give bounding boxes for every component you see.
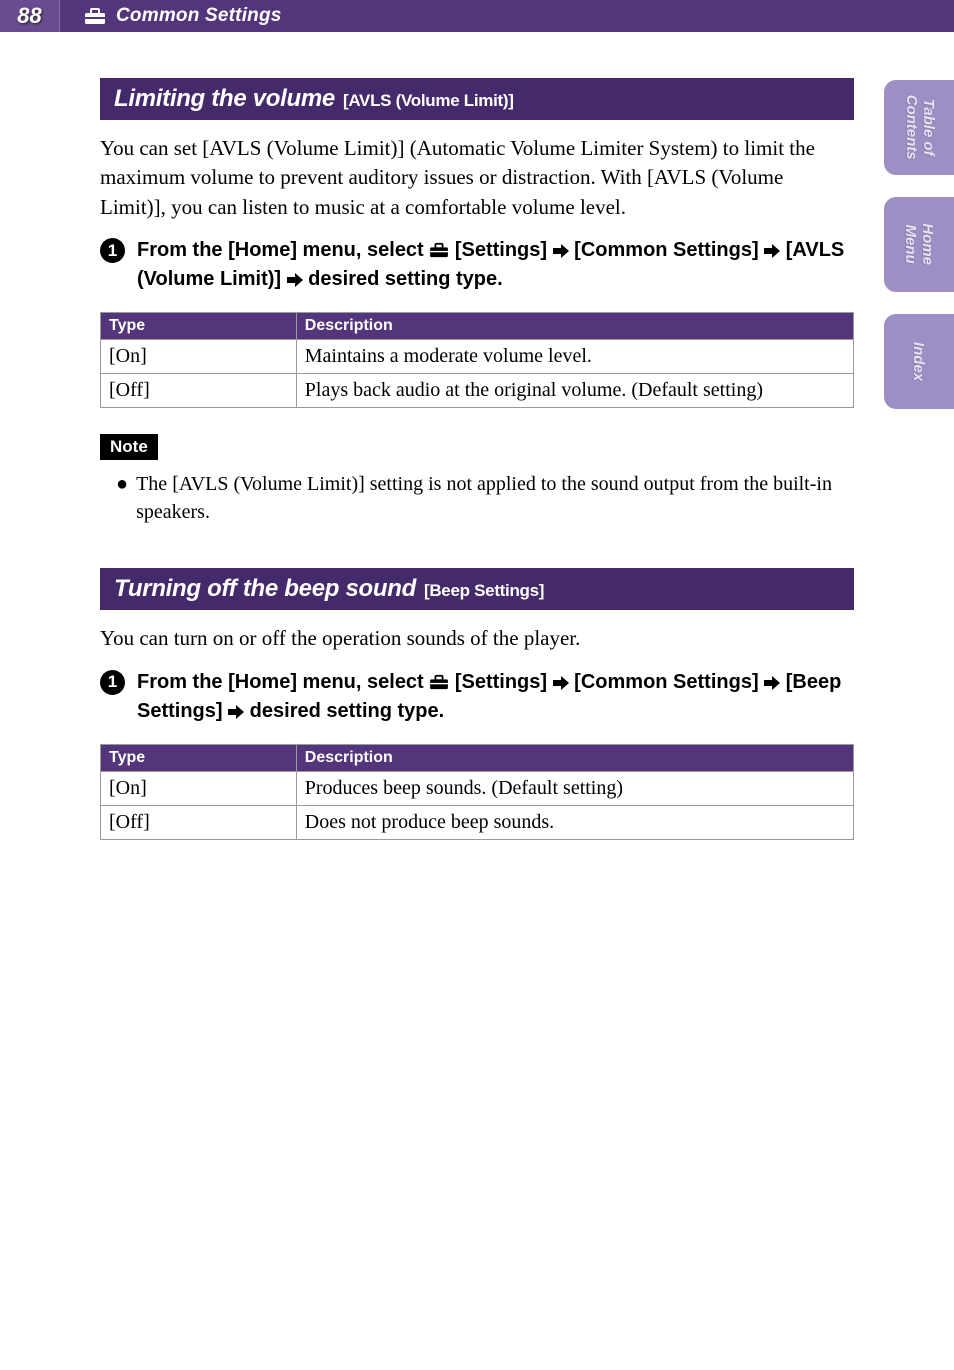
step-text: [Settings] xyxy=(449,239,552,261)
note-list: ● The [AVLS (Volume Limit)] setting is n… xyxy=(100,470,854,526)
options-table-beep: Type Description [On] Produces beep soun… xyxy=(100,744,854,840)
step-text: [Settings] xyxy=(449,671,552,693)
step-instruction: From the [Home] menu, select [Settings] … xyxy=(137,668,854,726)
page-number: 88 xyxy=(0,0,60,32)
step-text: desired setting type. xyxy=(303,268,503,290)
table-cell: Maintains a moderate volume level. xyxy=(296,340,853,374)
tab-table-of-contents[interactable]: Table ofContents xyxy=(884,80,954,175)
table-row: [On] Maintains a moderate volume level. xyxy=(101,340,854,374)
bullet-icon: ● xyxy=(116,470,128,526)
breadcrumb: Common Settings xyxy=(116,5,282,27)
section-subtitle: [Beep Settings] xyxy=(424,581,544,601)
step-text: From the [Home] menu, select xyxy=(137,671,429,693)
section-subtitle: [AVLS (Volume Limit)] xyxy=(343,91,514,111)
tab-index[interactable]: Index xyxy=(884,314,954,409)
step-text: desired setting type. xyxy=(244,700,444,722)
arrow-right-icon xyxy=(287,273,303,287)
toolbox-icon xyxy=(84,7,106,25)
table-cell: [On] xyxy=(101,771,297,805)
arrow-right-icon xyxy=(764,676,780,690)
table-row: [Off] Plays back audio at the original v… xyxy=(101,374,854,408)
table-header: Description xyxy=(296,744,853,771)
arrow-right-icon xyxy=(553,244,569,258)
step-row: 1 From the [Home] menu, select [Settings… xyxy=(100,236,854,294)
step-text: [Common Settings] xyxy=(569,671,765,693)
options-table-avls: Type Description [On] Maintains a modera… xyxy=(100,312,854,408)
table-cell: Plays back audio at the original volume.… xyxy=(296,374,853,408)
tab-label: Index xyxy=(910,342,927,381)
table-header: Type xyxy=(101,313,297,340)
arrow-right-icon xyxy=(228,705,244,719)
section-intro: You can turn on or off the operation sou… xyxy=(100,624,854,653)
table-cell: [On] xyxy=(101,340,297,374)
tab-home-menu[interactable]: HomeMenu xyxy=(884,197,954,292)
section-title: Turning off the beep sound xyxy=(114,575,416,603)
toolbox-icon xyxy=(429,242,449,258)
note-label: Note xyxy=(100,434,158,460)
step-text: [Common Settings] xyxy=(569,239,765,261)
arrow-right-icon xyxy=(553,676,569,690)
section-intro: You can set [AVLS (Volume Limit)] (Autom… xyxy=(100,134,854,222)
section-title: Limiting the volume xyxy=(114,85,335,113)
table-row: [On] Produces beep sounds. (Default sett… xyxy=(101,771,854,805)
page-content: Limiting the volume [AVLS (Volume Limit)… xyxy=(0,32,954,840)
table-cell: Does not produce beep sounds. xyxy=(296,805,853,839)
section-heading-avls: Limiting the volume [AVLS (Volume Limit)… xyxy=(100,78,854,120)
note-text: The [AVLS (Volume Limit)] setting is not… xyxy=(136,470,854,526)
step-text: From the [Home] menu, select xyxy=(137,239,429,261)
section-heading-beep: Turning off the beep sound [Beep Setting… xyxy=(100,568,854,610)
table-header: Description xyxy=(296,313,853,340)
table-row: [Off] Does not produce beep sounds. xyxy=(101,805,854,839)
step-number-badge: 1 xyxy=(100,670,125,695)
page-header: 88 Common Settings xyxy=(0,0,954,32)
step-instruction: From the [Home] menu, select [Settings] … xyxy=(137,236,854,294)
step-number-badge: 1 xyxy=(100,238,125,263)
step-row: 1 From the [Home] menu, select [Settings… xyxy=(100,668,854,726)
table-cell: Produces beep sounds. (Default setting) xyxy=(296,771,853,805)
tab-label: Table ofContents xyxy=(902,95,937,160)
table-cell: [Off] xyxy=(101,374,297,408)
tab-label: HomeMenu xyxy=(902,224,937,266)
table-header: Type xyxy=(101,744,297,771)
table-cell: [Off] xyxy=(101,805,297,839)
toolbox-icon xyxy=(429,674,449,690)
side-tabs: Table ofContents HomeMenu Index xyxy=(884,80,954,409)
arrow-right-icon xyxy=(764,244,780,258)
